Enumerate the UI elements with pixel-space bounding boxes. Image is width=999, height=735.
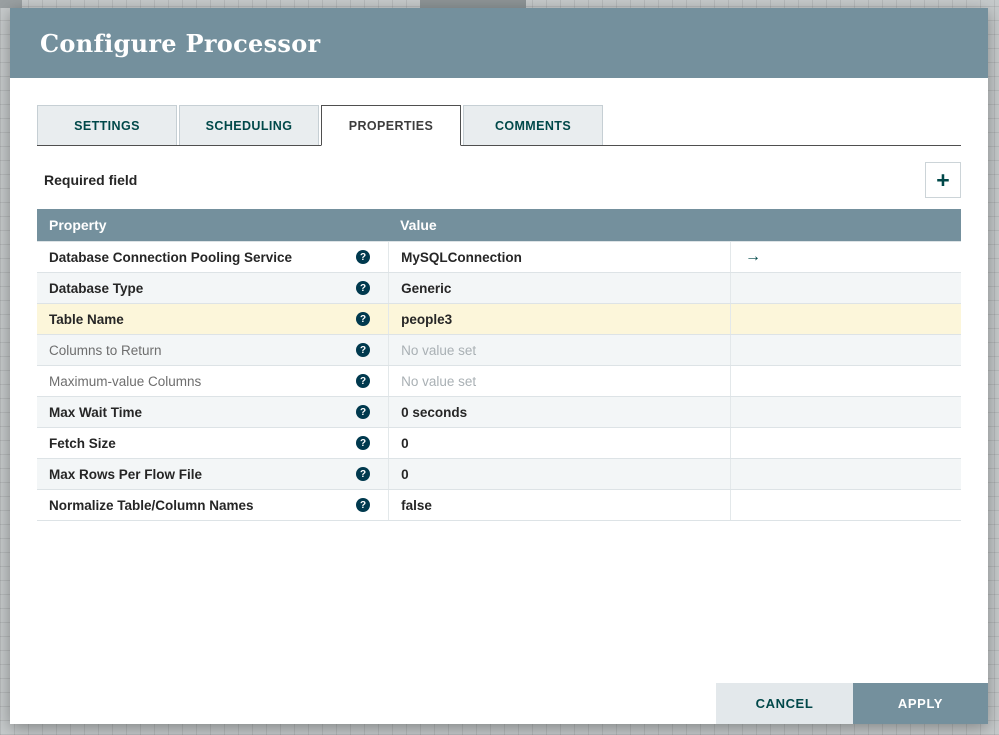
tab-comments-label: COMMENTS xyxy=(494,118,572,133)
property-value-cell[interactable]: people3 xyxy=(388,304,730,334)
property-action-cell xyxy=(729,304,961,334)
property-value-cell[interactable]: 0 xyxy=(388,428,730,458)
property-value: Generic xyxy=(401,280,452,296)
tab-scheduling[interactable]: SCHEDULING xyxy=(179,105,319,145)
property-name: Max Wait Time xyxy=(49,404,143,420)
property-value: false xyxy=(401,497,432,513)
table-row[interactable]: Maximum-value Columns ? No value set xyxy=(37,365,961,396)
property-value-cell[interactable]: 0 xyxy=(388,459,730,489)
property-action-cell: → xyxy=(729,242,961,272)
add-property-button[interactable]: + xyxy=(925,162,961,198)
help-icon[interactable]: ? xyxy=(356,405,371,419)
table-header-row: Property Value xyxy=(37,209,961,241)
property-value-cell[interactable]: No value set xyxy=(388,366,730,396)
property-name: Normalize Table/Column Names xyxy=(49,497,254,513)
property-action-cell xyxy=(729,273,961,303)
property-action-cell xyxy=(729,459,961,489)
properties-table: Property Value Database Connection Pooli… xyxy=(37,209,961,521)
property-name-cell: Max Rows Per Flow File ? xyxy=(37,459,388,489)
column-header-property: Property xyxy=(49,217,107,233)
help-icon[interactable]: ? xyxy=(356,343,371,357)
property-action-cell xyxy=(729,366,961,396)
property-action-cell xyxy=(729,428,961,458)
table-row[interactable]: Max Wait Time ? 0 seconds xyxy=(37,396,961,427)
plus-icon: + xyxy=(936,166,950,193)
property-name-cell: Columns to Return ? xyxy=(37,335,388,365)
tab-settings[interactable]: SETTINGS xyxy=(37,105,177,145)
required-field-label: Required field xyxy=(44,172,138,188)
property-value: 0 xyxy=(401,466,409,482)
property-name: Fetch Size xyxy=(49,435,116,451)
dialog-body: SETTINGS SCHEDULING PROPERTIES COMMENTS … xyxy=(10,78,988,724)
help-icon[interactable]: ? xyxy=(356,498,371,512)
table-row[interactable]: Fetch Size ? 0 xyxy=(37,427,961,458)
dialog-title: Configure Processor xyxy=(40,28,321,58)
property-name-cell: Table Name ? xyxy=(37,304,388,334)
property-action-cell xyxy=(729,397,961,427)
property-name: Table Name xyxy=(49,311,124,327)
property-value: No value set xyxy=(401,342,477,358)
properties-subheader: Required field + xyxy=(37,162,961,198)
apply-button[interactable]: APPLY xyxy=(853,683,988,724)
property-value-cell[interactable]: MySQLConnection xyxy=(388,242,730,272)
cancel-button[interactable]: CANCEL xyxy=(716,683,853,724)
property-value-cell[interactable]: false xyxy=(388,490,730,520)
property-name-cell: Fetch Size ? xyxy=(37,428,388,458)
property-name: Columns to Return xyxy=(49,342,162,358)
property-name-cell: Maximum-value Columns ? xyxy=(37,366,388,396)
dialog-footer: CANCEL APPLY xyxy=(716,683,988,724)
property-value-cell[interactable]: 0 seconds xyxy=(388,397,730,427)
dialog-header: Configure Processor xyxy=(10,8,988,78)
tab-properties-label: PROPERTIES xyxy=(348,118,434,133)
help-icon[interactable]: ? xyxy=(356,312,371,326)
go-to-service-arrow-icon[interactable]: → xyxy=(745,248,761,266)
help-icon[interactable]: ? xyxy=(356,374,371,388)
property-name-cell: Max Wait Time ? xyxy=(37,397,388,427)
background-toolbar-fragment xyxy=(420,0,526,8)
tab-scheduling-label: SCHEDULING xyxy=(205,118,293,133)
property-value: No value set xyxy=(401,373,477,389)
table-row[interactable]: Columns to Return ? No value set xyxy=(37,334,961,365)
table-row[interactable]: Database Type ? Generic xyxy=(37,272,961,303)
table-row[interactable]: Table Name ? people3 xyxy=(37,303,961,334)
property-value: 0 seconds xyxy=(401,404,468,420)
table-row[interactable]: Max Rows Per Flow File ? 0 xyxy=(37,458,961,489)
table-row[interactable]: Database Connection Pooling Service ? My… xyxy=(37,241,961,272)
tab-settings-label: SETTINGS xyxy=(74,118,140,133)
help-icon[interactable]: ? xyxy=(356,250,371,264)
table-row[interactable]: Normalize Table/Column Names ? false xyxy=(37,489,961,520)
property-value-cell[interactable]: Generic xyxy=(388,273,730,303)
property-name-cell: Database Type ? xyxy=(37,273,388,303)
property-name-cell: Normalize Table/Column Names ? xyxy=(37,490,388,520)
help-icon[interactable]: ? xyxy=(356,281,371,295)
tab-bar: SETTINGS SCHEDULING PROPERTIES COMMENTS xyxy=(37,105,961,146)
help-icon[interactable]: ? xyxy=(356,436,371,450)
property-value-cell[interactable]: No value set xyxy=(388,335,730,365)
configure-processor-dialog: Configure Processor SETTINGS SCHEDULING … xyxy=(10,8,988,724)
property-value: 0 xyxy=(401,435,409,451)
property-name: Database Type xyxy=(49,280,144,296)
tab-comments[interactable]: COMMENTS xyxy=(463,105,603,145)
property-name: Max Rows Per Flow File xyxy=(49,466,203,482)
tab-properties[interactable]: PROPERTIES xyxy=(321,105,461,146)
help-icon[interactable]: ? xyxy=(356,467,371,481)
property-name: Database Connection Pooling Service xyxy=(49,249,293,265)
column-header-value: Value xyxy=(400,217,437,233)
property-value: MySQLConnection xyxy=(401,249,522,265)
property-name-cell: Database Connection Pooling Service ? xyxy=(37,242,388,272)
property-action-cell xyxy=(729,490,961,520)
property-value: people3 xyxy=(401,311,453,327)
property-name: Maximum-value Columns xyxy=(49,373,202,389)
background-canvas-fragment xyxy=(0,0,22,8)
property-action-cell xyxy=(729,335,961,365)
